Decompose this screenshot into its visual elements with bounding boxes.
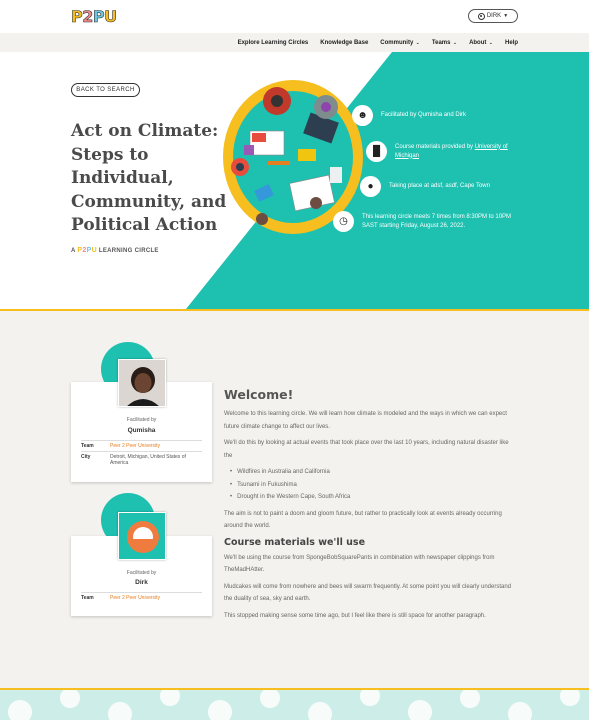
facilitator-icon: ☻ <box>352 105 373 126</box>
user-icon <box>477 12 485 20</box>
info-facilitators: ☻ Facilitated by Qumisha and Dirk <box>352 105 466 126</box>
p2pu-logo[interactable]: P2PU <box>71 7 118 27</box>
detail-row-team: Team Peer 2 Peer University <box>81 440 202 451</box>
nav-community-label: Community <box>380 39 414 46</box>
chevron-down-icon: ▼ <box>503 13 509 19</box>
course-materials-heading: Course materials we'll use <box>224 536 366 548</box>
chevron-down-icon: ⌄ <box>414 39 420 46</box>
detail-row-team: Team Peer 2 Peer University <box>81 592 202 603</box>
footer-decoration <box>0 690 589 720</box>
facilitator-details: Team Peer 2 Peer University <box>81 592 202 603</box>
user-name: DIRK <box>486 13 502 19</box>
tagline-suffix: LEARNING CIRCLE <box>98 248 159 254</box>
paragraph: Welcome to this learning circle. We will… <box>224 411 507 430</box>
location-pin-icon: ● <box>360 176 381 197</box>
course-materials-prefix: Course materials provided by <box>395 143 475 150</box>
schedule-text: This learning circle meets 7 times from … <box>362 213 512 229</box>
nav-community[interactable]: Community ⌄ <box>380 40 420 46</box>
avatar-qumisha <box>118 359 166 407</box>
nav-teams-label: Teams <box>431 39 451 46</box>
detail-key: Team <box>81 443 94 449</box>
facilitator-name: Dirk <box>135 579 148 586</box>
avatar-dirk <box>118 512 166 560</box>
hero-section: BACK TO SEARCH Act on Climate: Steps to … <box>0 52 589 309</box>
paragraph: We'll do this by looking at actual event… <box>224 440 509 459</box>
circle-description: Welcome! Welcome to this learning circle… <box>224 387 516 626</box>
detail-row-city: City Detroit, Michigan, United States of … <box>81 451 202 468</box>
detail-value: Detroit, Michigan, United States of Amer… <box>110 454 186 466</box>
detail-key: Team <box>81 595 94 601</box>
user-menu-button[interactable]: DIRK ▼ <box>468 9 518 23</box>
main-section: Facilitated by Qumisha Team Peer 2 Peer U… <box>0 311 589 688</box>
course-materials-text: Course materials provided by University … <box>395 143 533 161</box>
paragraph: This stopped making sense some time ago,… <box>224 612 486 619</box>
book-icon: █ <box>366 141 387 162</box>
page-title: Act on Climate: Steps to Individual, Com… <box>71 121 227 235</box>
list-item: Tsunami in Fukushima <box>230 479 516 492</box>
tagline-prefix: A <box>71 248 76 254</box>
bullet-list: Wildfires in Australia and California Ts… <box>230 466 516 504</box>
info-schedule: ◷ This learning circle meets 7 times fro… <box>333 211 512 232</box>
chevron-down-icon: ⌄ <box>487 39 493 46</box>
facilitated-by-label: Facilitated by <box>126 417 157 423</box>
facilitator-details: Team Peer 2 Peer University City Detroit, … <box>81 440 202 468</box>
detail-key: City <box>81 454 91 460</box>
list-item: Drought in the Western Cape, South Afric… <box>230 491 516 504</box>
nav-about[interactable]: About ⌄ <box>469 40 493 46</box>
paragraph: The aim is not to paint a doom and gloom… <box>224 510 502 530</box>
nav-help[interactable]: Help <box>505 40 518 46</box>
footer-pattern <box>0 690 589 720</box>
info-location: ● Taking place at adsf, asdf, Cape Town <box>360 176 490 197</box>
nav-about-label: About <box>469 39 487 46</box>
clock-icon: ◷ <box>333 211 354 232</box>
paragraph: Mudcakes will come from nowhere and bees… <box>224 583 512 603</box>
paragraph: We'll be using the course from SpongeBob… <box>224 554 495 574</box>
top-bar: P2PU DIRK ▼ <box>0 0 589 33</box>
learning-circle-tagline: A P2PU LEARNING CIRCLE <box>71 247 159 254</box>
chevron-down-icon: ⌄ <box>451 39 458 46</box>
back-to-search-button[interactable]: BACK TO SEARCH <box>71 83 140 97</box>
facilitators-text: Facilitated by Qumisha and Dirk <box>381 112 467 118</box>
nav-knowledge-base[interactable]: Knowledge Base <box>320 40 368 46</box>
tagline-logo: P2PU <box>77 247 97 254</box>
welcome-heading: Welcome! <box>224 387 294 402</box>
nav-teams[interactable]: Teams ⌄ <box>432 40 457 46</box>
info-course-materials: █ Course materials provided by Universit… <box>366 141 533 162</box>
list-item: Wildfires in Australia and California <box>230 466 516 479</box>
location-text: Taking place at adsf, asdf, Cape Town <box>389 183 490 189</box>
main-nav: Explore Learning Circles Knowledge Base … <box>0 33 589 52</box>
team-link[interactable]: Peer 2 Peer University <box>110 595 202 601</box>
facilitated-by-label: Facilitated by <box>126 570 157 576</box>
team-link[interactable]: Peer 2 Peer University <box>110 443 202 449</box>
nav-explore-learning-circles[interactable]: Explore Learning Circles <box>238 40 309 46</box>
facilitator-name: Qumisha <box>127 427 156 434</box>
